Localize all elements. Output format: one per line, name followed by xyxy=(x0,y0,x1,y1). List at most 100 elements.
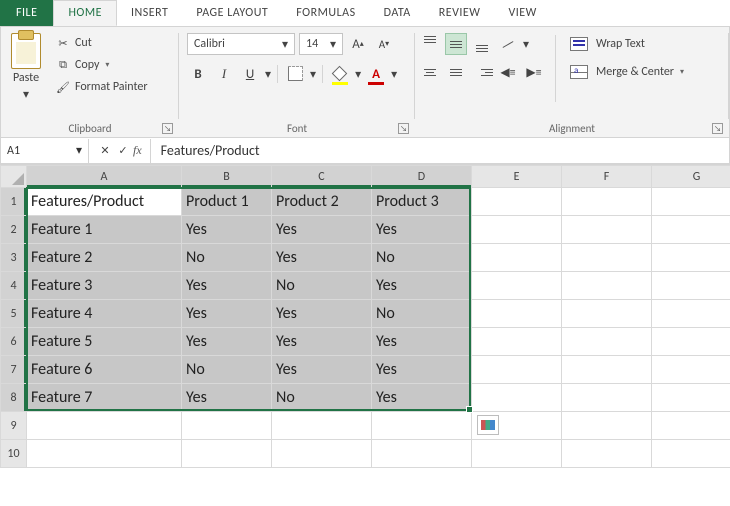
cell-G9[interactable] xyxy=(652,412,730,440)
row-header-3[interactable]: 3 xyxy=(1,244,27,272)
row-header-6[interactable]: 6 xyxy=(1,328,27,356)
select-all-corner[interactable] xyxy=(1,166,27,188)
cell-E8[interactable] xyxy=(472,384,562,412)
cell-A6[interactable]: Feature 5 xyxy=(27,328,182,356)
align-left-button[interactable] xyxy=(419,61,441,83)
row-header-10[interactable]: 10 xyxy=(1,440,27,468)
dialog-launcher-icon[interactable]: ↘ xyxy=(398,123,409,134)
cell-D7[interactable]: Yes xyxy=(372,356,472,384)
paste-button[interactable]: Paste ▾ xyxy=(5,31,47,104)
col-header-G[interactable]: G xyxy=(652,166,730,188)
font-name-select[interactable]: Calibri▾ xyxy=(187,33,295,55)
chevron-down-icon[interactable]: ▾ xyxy=(391,67,397,82)
cell-A4[interactable]: Feature 3 xyxy=(27,272,182,300)
cell-D8[interactable]: Yes xyxy=(372,384,472,412)
underline-button[interactable]: U xyxy=(239,63,261,85)
cell-B4[interactable]: Yes xyxy=(182,272,272,300)
cell-B3[interactable]: No xyxy=(182,244,272,272)
menu-tab-insert[interactable]: INSERT xyxy=(117,0,182,26)
font-color-button[interactable]: A xyxy=(365,63,387,85)
cell-B5[interactable]: Yes xyxy=(182,300,272,328)
cell-F6[interactable] xyxy=(562,328,652,356)
row-header-7[interactable]: 7 xyxy=(1,356,27,384)
cell-B6[interactable]: Yes xyxy=(182,328,272,356)
cell-B9[interactable] xyxy=(182,412,272,440)
cell-F9[interactable] xyxy=(562,412,652,440)
cell-B8[interactable]: Yes xyxy=(182,384,272,412)
col-header-A[interactable]: A xyxy=(27,166,182,188)
cell-F2[interactable] xyxy=(562,216,652,244)
cell-D6[interactable]: Yes xyxy=(372,328,472,356)
decrease-indent-button[interactable]: ◀≡ xyxy=(497,61,519,83)
cancel-icon[interactable]: ✕ xyxy=(97,143,113,159)
cell-F8[interactable] xyxy=(562,384,652,412)
align-bottom-button[interactable] xyxy=(471,33,493,55)
col-header-D[interactable]: D xyxy=(372,166,472,188)
cell-C4[interactable]: No xyxy=(272,272,372,300)
merge-center-button[interactable]: Merge & Center▾ xyxy=(566,63,688,81)
cell-B7[interactable]: No xyxy=(182,356,272,384)
cell-A8[interactable]: Feature 7 xyxy=(27,384,182,412)
menu-tab-home[interactable]: HOME xyxy=(53,0,117,26)
align-middle-button[interactable] xyxy=(445,33,467,55)
cell-C8[interactable]: No xyxy=(272,384,372,412)
cell-F4[interactable] xyxy=(562,272,652,300)
cell-E10[interactable] xyxy=(472,440,562,468)
fill-color-button[interactable] xyxy=(329,63,351,85)
cell-C5[interactable]: Yes xyxy=(272,300,372,328)
row-header-9[interactable]: 9 xyxy=(1,412,27,440)
cell-E7[interactable] xyxy=(472,356,562,384)
cell-E6[interactable] xyxy=(472,328,562,356)
dialog-launcher-icon[interactable]: ↘ xyxy=(712,123,723,134)
col-header-C[interactable]: C xyxy=(272,166,372,188)
cell-F7[interactable] xyxy=(562,356,652,384)
cell-G7[interactable] xyxy=(652,356,730,384)
cell-A10[interactable] xyxy=(27,440,182,468)
format-painter-button[interactable]: 🖌Format Painter xyxy=(51,77,152,97)
cell-E2[interactable] xyxy=(472,216,562,244)
cell-A1[interactable]: Features/Product xyxy=(27,188,182,216)
cell-F1[interactable] xyxy=(562,188,652,216)
cell-D9[interactable] xyxy=(372,412,472,440)
chevron-down-icon[interactable]: ▾ xyxy=(355,67,361,82)
cell-G4[interactable] xyxy=(652,272,730,300)
menu-tab-formulas[interactable]: FORMULAS xyxy=(282,0,369,26)
align-center-button[interactable] xyxy=(445,61,467,83)
cell-B1[interactable]: Product 1 xyxy=(182,188,272,216)
cell-D10[interactable] xyxy=(372,440,472,468)
chevron-down-icon[interactable]: ▾ xyxy=(523,37,529,52)
cell-B2[interactable]: Yes xyxy=(182,216,272,244)
borders-button[interactable] xyxy=(284,63,306,85)
copy-button[interactable]: ⧉Copy▾ xyxy=(51,55,152,75)
file-tab[interactable]: FILE xyxy=(0,0,53,26)
cell-C6[interactable]: Yes xyxy=(272,328,372,356)
cell-E3[interactable] xyxy=(472,244,562,272)
cell-A9[interactable] xyxy=(27,412,182,440)
worksheet-grid[interactable]: ABCDEFG1Features/ProductProduct 1Product… xyxy=(0,164,730,468)
cell-B10[interactable] xyxy=(182,440,272,468)
cell-C3[interactable]: Yes xyxy=(272,244,372,272)
cell-F5[interactable] xyxy=(562,300,652,328)
cell-D4[interactable]: Yes xyxy=(372,272,472,300)
cell-C7[interactable]: Yes xyxy=(272,356,372,384)
cell-A7[interactable]: Feature 6 xyxy=(27,356,182,384)
cell-D1[interactable]: Product 3 xyxy=(372,188,472,216)
cell-F10[interactable] xyxy=(562,440,652,468)
increase-indent-button[interactable]: ▶≡ xyxy=(523,61,545,83)
font-size-select[interactable]: 14▾ xyxy=(299,33,343,55)
menu-tab-page-layout[interactable]: PAGE LAYOUT xyxy=(182,0,282,26)
cell-F3[interactable] xyxy=(562,244,652,272)
shrink-font-button[interactable]: A▾ xyxy=(373,33,395,55)
row-header-8[interactable]: 8 xyxy=(1,384,27,412)
cut-button[interactable]: ✂Cut xyxy=(51,33,152,53)
cell-D5[interactable]: No xyxy=(372,300,472,328)
col-header-F[interactable]: F xyxy=(562,166,652,188)
cell-G6[interactable] xyxy=(652,328,730,356)
cell-A5[interactable]: Feature 4 xyxy=(27,300,182,328)
cell-G10[interactable] xyxy=(652,440,730,468)
cell-A2[interactable]: Feature 1 xyxy=(27,216,182,244)
align-right-button[interactable] xyxy=(471,61,493,83)
row-header-1[interactable]: 1 xyxy=(1,188,27,216)
grow-font-button[interactable]: A▴ xyxy=(347,33,369,55)
menu-tab-data[interactable]: DATA xyxy=(370,0,425,26)
